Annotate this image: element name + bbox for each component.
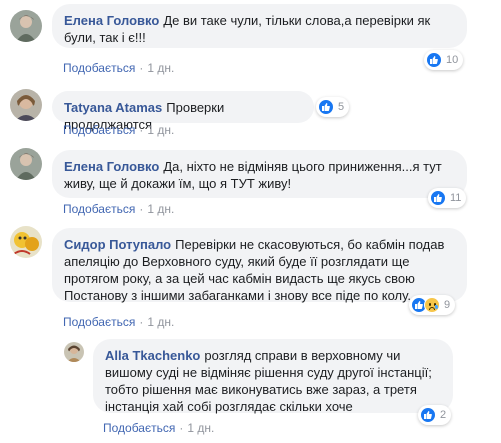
comment-author[interactable]: Елена Головко — [64, 159, 159, 174]
comment-author[interactable]: Елена Головко — [64, 13, 159, 28]
timestamp[interactable]: 1 дн. — [147, 315, 174, 329]
avatar[interactable] — [10, 89, 42, 121]
avatar[interactable] — [64, 342, 84, 362]
like-button[interactable]: Подобається — [63, 315, 135, 329]
reactions-count: 11 — [450, 192, 462, 204]
timestamp[interactable]: 1 дн. — [147, 123, 174, 137]
timestamp[interactable]: 1 дн. — [187, 421, 214, 435]
like-button[interactable]: Подобається — [63, 123, 135, 137]
timestamp[interactable]: 1 дн. — [147, 61, 174, 75]
like-button[interactable]: Подобається — [63, 202, 135, 216]
reactions-count: 5 — [338, 101, 345, 113]
reactions-count: 10 — [446, 54, 459, 66]
reactions-summary[interactable]: 9 — [409, 295, 456, 315]
comment-actions: Подобається · 1 дн. — [63, 315, 175, 329]
sad-icon — [424, 297, 440, 313]
like-button[interactable]: Подобається — [103, 421, 175, 435]
comment-author[interactable]: Tatyana Atamas — [64, 100, 162, 115]
comment-bubble: Елена Головко Де ви таке чули, тільки сло… — [52, 4, 467, 48]
comment-bubble: Сидор Потупало Перевірки не скасовуються,… — [52, 228, 467, 303]
comment-actions: Подобається · 1 дн. — [63, 61, 175, 75]
reactions-count: 9 — [444, 299, 451, 311]
avatar[interactable] — [10, 148, 42, 180]
like-icon — [430, 190, 446, 206]
reactions-summary[interactable]: 10 — [424, 50, 464, 70]
timestamp[interactable]: 1 дн. — [147, 202, 174, 216]
comment-author[interactable]: Alla Tkachenko — [105, 348, 200, 363]
like-icon — [318, 99, 334, 115]
comment-bubble: Alla Tkachenko розгляд справи в верховном… — [93, 339, 453, 414]
reactions-summary[interactable]: 11 — [428, 188, 467, 208]
like-button[interactable]: Подобається — [63, 61, 135, 75]
comment-actions: Подобається · 1 дн. — [63, 202, 175, 216]
like-icon — [420, 407, 436, 423]
like-icon — [426, 52, 442, 68]
reactions-summary[interactable]: 2 — [418, 405, 452, 425]
comment-actions: Подобається · 1 дн. — [103, 421, 215, 435]
avatar[interactable] — [10, 226, 42, 258]
comment-author[interactable]: Сидор Потупало — [64, 237, 171, 252]
comment-bubble: Tatyana Atamas Проверки продолжаются — [52, 91, 314, 132]
reactions-count: 2 — [440, 409, 447, 421]
avatar[interactable] — [10, 10, 42, 42]
reactions-summary[interactable]: 5 — [316, 97, 350, 117]
comment-bubble: Елена Головко Да, ніхто не відміняв цього… — [52, 150, 467, 198]
comment-actions: Подобається · 1 дн. — [63, 123, 175, 137]
